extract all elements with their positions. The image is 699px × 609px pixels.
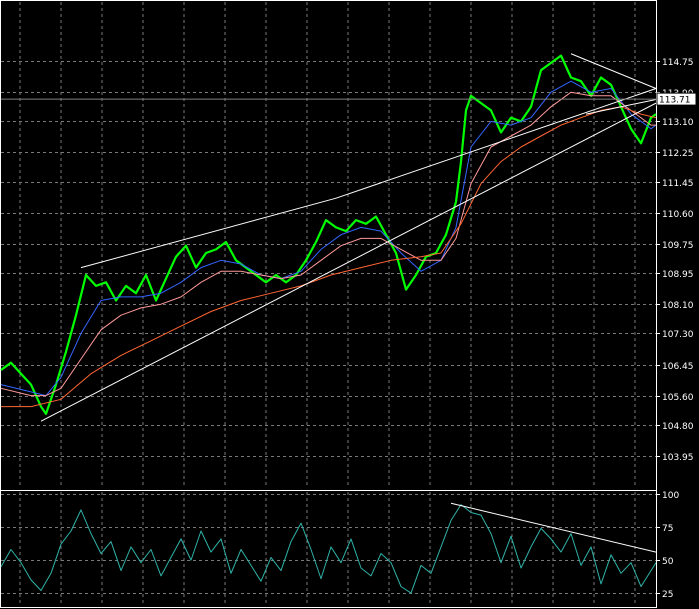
y-tick-label: 108.10	[662, 301, 694, 311]
oscillator-line	[0, 504, 657, 594]
moving-average-line	[0, 80, 657, 397]
y-tick-label: 100	[662, 491, 679, 501]
y-tick-label: 111.45	[662, 179, 694, 189]
y-tick-label: 75	[662, 524, 673, 534]
trendline	[40, 102, 657, 422]
y-tick-label: 104.80	[662, 422, 694, 432]
y-tick-label: 108.95	[662, 270, 694, 280]
y-tick-label: 114.75	[662, 58, 694, 68]
y-tick-label: 112.25	[662, 149, 694, 159]
current-price-label: 113.71	[659, 96, 691, 106]
y-tick-label: 103.95	[662, 453, 694, 463]
trendline	[80, 197, 337, 269]
y-tick-label: 106.45	[662, 362, 694, 372]
y-tick-label: 50	[662, 557, 674, 567]
y-tick-label: 107.30	[662, 330, 694, 340]
y-tick-label: 113.10	[662, 118, 694, 128]
trendline	[335, 88, 657, 199]
y-tick-label: 109.75	[662, 241, 694, 251]
y-tick-label: 105.60	[662, 393, 694, 403]
chart-svg: 114.75113.90113.10112.25111.45110.60109.…	[0, 0, 697, 608]
y-tick-label: 110.60	[662, 210, 694, 220]
moving-average-line	[1, 106, 657, 408]
chart-window: 114.75113.90113.10112.25111.45110.60109.…	[0, 0, 699, 609]
y-tick-label: 25	[662, 590, 673, 600]
price-series-line	[0, 54, 657, 415]
